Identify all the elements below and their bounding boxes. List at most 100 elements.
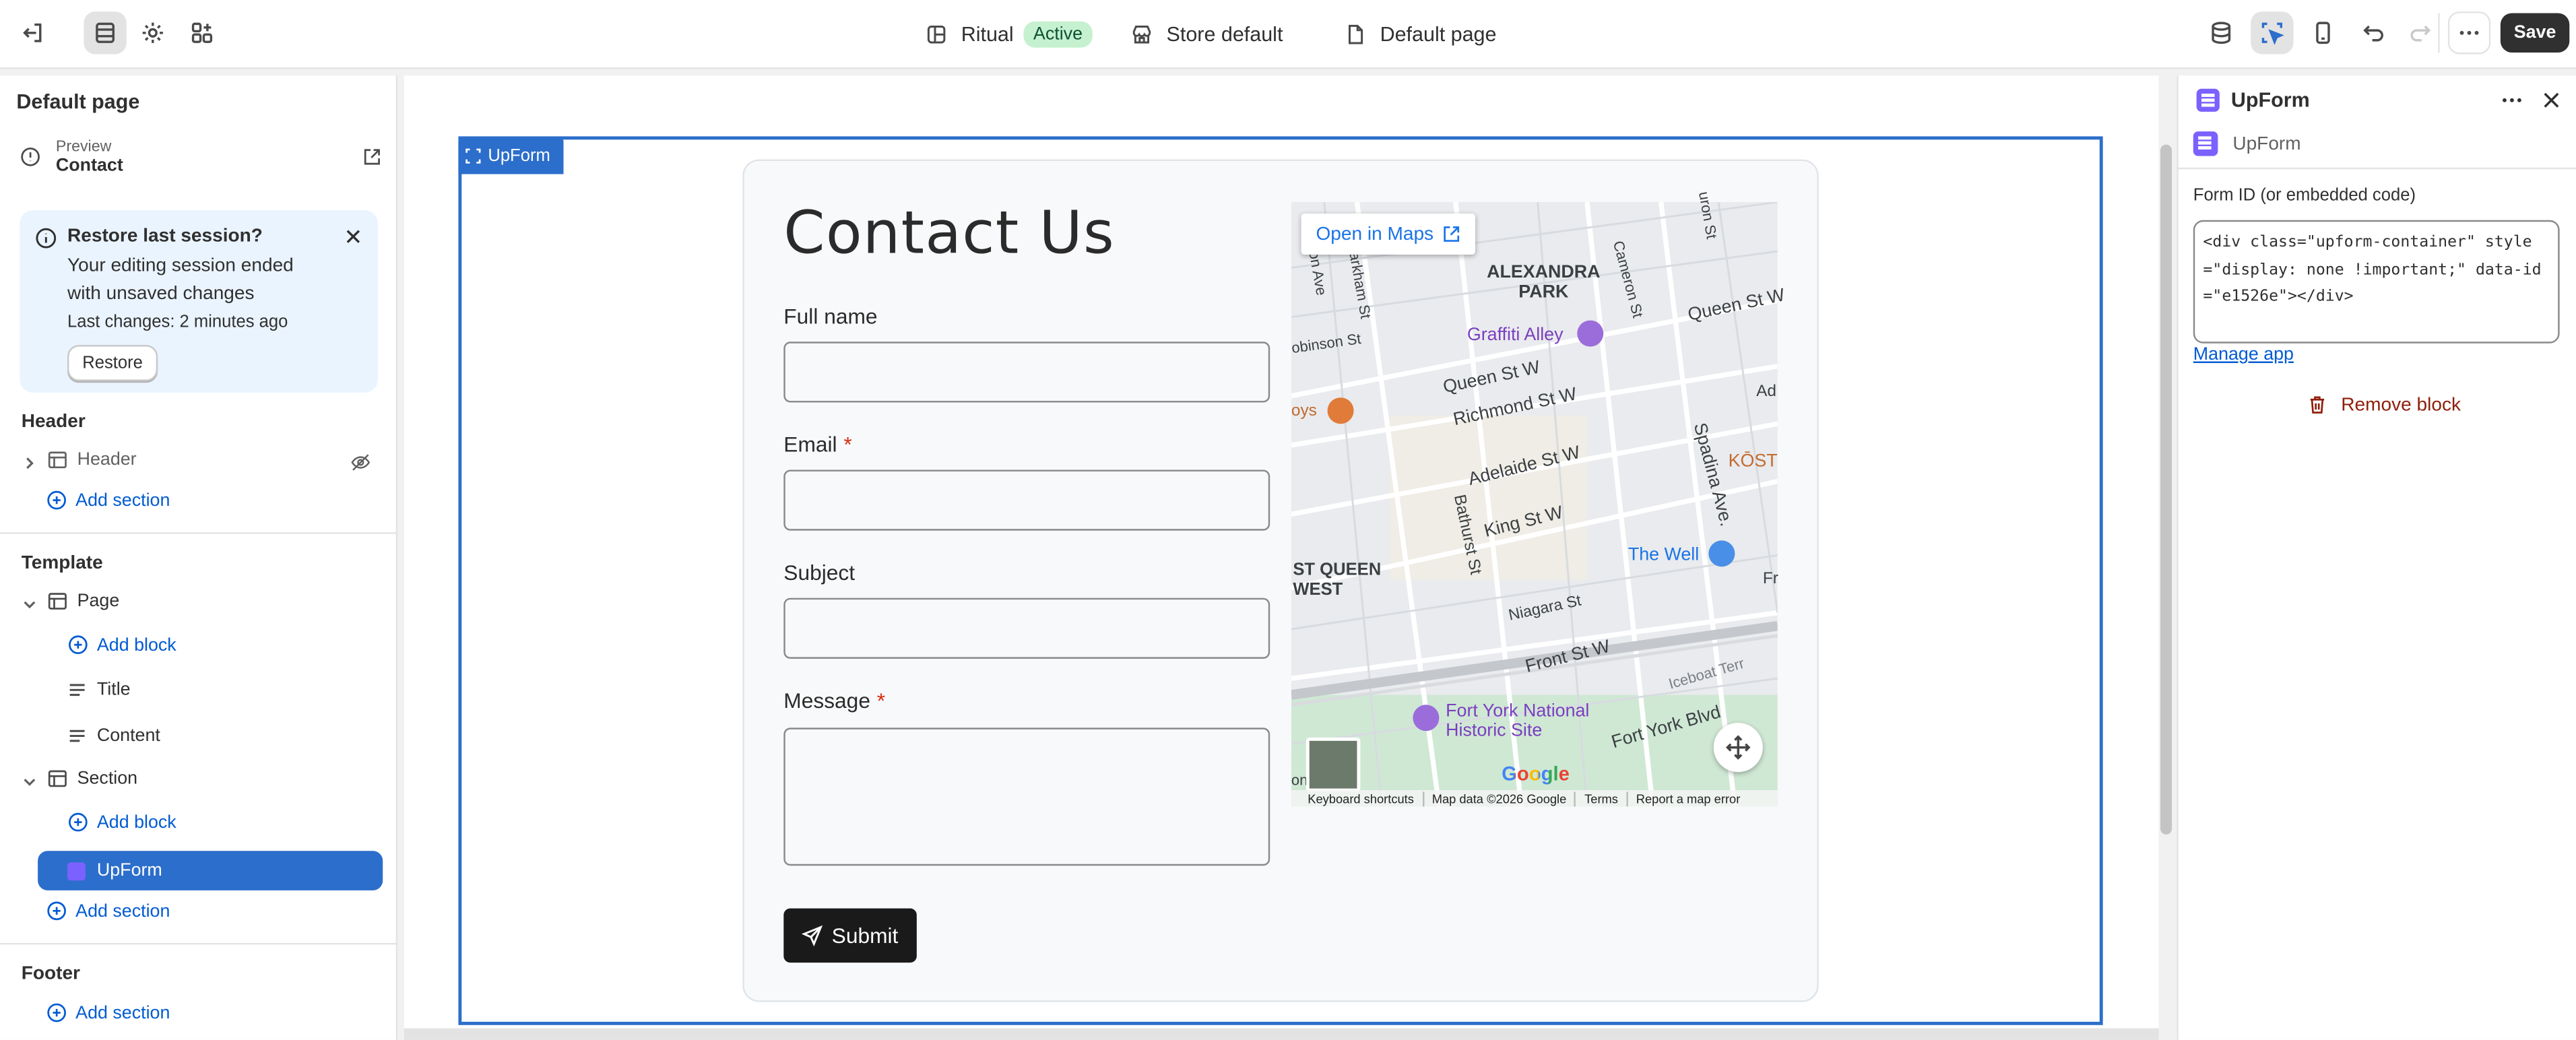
sidebar-item-upform[interactable]: UpForm	[38, 851, 383, 890]
restore-banner: Restore last session? Your editing sessi…	[20, 210, 378, 393]
map-label: ALEXANDRA PARK	[1487, 263, 1601, 302]
form-id-textarea[interactable]: <div class="upform-container" style="dis…	[2193, 220, 2560, 344]
redo-icon[interactable]	[2399, 11, 2441, 54]
section-icon	[48, 770, 67, 787]
section-icon	[48, 593, 67, 610]
save-button[interactable]: Save	[2500, 13, 2570, 53]
select-icon	[465, 148, 481, 164]
add-section-button[interactable]: Add section	[46, 900, 170, 921]
panel-title-text: UpForm	[2230, 88, 2310, 112]
sidebar-item-label: Section	[77, 769, 138, 789]
message-field[interactable]	[783, 727, 1270, 866]
google-logo: Google	[1502, 762, 1570, 785]
open-in-maps-button[interactable]: Open in Maps	[1301, 214, 1475, 255]
fullscreen-button[interactable]	[1713, 723, 1763, 773]
required-mark: *	[876, 688, 886, 713]
selected-block-tag[interactable]: UpForm	[458, 137, 564, 174]
add-section-label: Add section	[75, 490, 170, 511]
sidebar-item-content[interactable]: Content	[67, 726, 160, 746]
map-label: Ad	[1756, 383, 1776, 401]
add-block-button[interactable]: Add block	[67, 634, 176, 655]
exit-icon[interactable]	[11, 11, 54, 54]
plus-circle-icon	[47, 490, 66, 510]
status-badge: Active	[1023, 21, 1093, 48]
satellite-toggle[interactable]	[1306, 738, 1361, 792]
terms-link[interactable]: Terms	[1574, 791, 1627, 806]
close-icon[interactable]	[342, 225, 364, 248]
toolbar-divider	[2438, 13, 2440, 53]
subject-field[interactable]	[783, 597, 1270, 659]
add-section-button[interactable]: Add section	[46, 490, 170, 511]
preview-page: Contact	[55, 156, 123, 176]
form-id-label: Form ID (or embedded code)	[2193, 185, 2416, 205]
sidebar-item-title[interactable]: Title	[67, 680, 131, 700]
chevron-down-icon[interactable]	[22, 774, 38, 790]
add-block-label: Add block	[96, 812, 176, 833]
expand-icon	[1725, 735, 1751, 760]
add-block-button[interactable]: Add block	[67, 812, 176, 833]
map-label: The Well	[1628, 545, 1700, 565]
email-field[interactable]	[783, 469, 1270, 531]
preview-selector[interactable]: Preview Contact	[20, 136, 384, 178]
restore-last-changes: Last changes: 2 minutes ago	[67, 312, 288, 332]
add-block-label: Add block	[96, 635, 176, 655]
apps-icon[interactable]	[181, 11, 223, 54]
plus-circle-icon	[69, 812, 88, 832]
app-name: UpForm	[2232, 133, 2301, 154]
undo-icon[interactable]	[2352, 11, 2395, 54]
close-icon[interactable]	[2538, 87, 2565, 113]
sidebar-item-page[interactable]: Page	[48, 591, 119, 611]
selected-tag-label: UpForm	[488, 146, 550, 166]
form-title: Contact Us	[783, 200, 1116, 268]
more-icon[interactable]	[2447, 11, 2491, 55]
sections-icon[interactable]	[84, 11, 127, 55]
app-name-row: UpForm	[2193, 131, 2301, 156]
keyboard-shortcuts-link[interactable]: Keyboard shortcuts	[1291, 791, 1422, 806]
chevron-right-icon[interactable]	[22, 455, 38, 472]
upform-icon	[67, 862, 86, 880]
panel-title: UpForm	[2196, 88, 2310, 112]
required-mark: *	[843, 432, 852, 457]
page-selector[interactable]: Default page	[1344, 0, 1496, 69]
canvas-scrollbar-thumb[interactable]	[2160, 144, 2172, 835]
external-link-icon[interactable]	[362, 146, 383, 168]
inspector-icon[interactable]	[2251, 11, 2294, 55]
divider	[0, 942, 398, 945]
map-label: Fort York National Historic Site	[1446, 701, 1590, 741]
footer-group-title: Footer	[21, 964, 80, 984]
section-icon	[48, 451, 67, 469]
canvas-horizontal-scrollbar[interactable]	[404, 1028, 2159, 1040]
map-label: Graffiti Alley	[1467, 325, 1564, 346]
theme-selector[interactable]: Ritual Active	[925, 0, 1093, 69]
manage-app-link[interactable]: Manage app	[2193, 345, 2294, 364]
report-error-link[interactable]: Report a map error	[1626, 791, 1748, 806]
plus-circle-icon	[69, 635, 88, 655]
full-name-label: Full name	[783, 304, 878, 329]
database-icon[interactable]	[2200, 11, 2243, 54]
divider	[0, 532, 398, 534]
add-section-label: Add section	[75, 901, 170, 921]
full-name-field[interactable]	[783, 342, 1270, 403]
chevron-down-icon[interactable]	[22, 596, 38, 612]
remove-block-button[interactable]: Remove block	[2307, 394, 2461, 416]
sidebar-item-label: Content	[96, 725, 160, 746]
more-icon[interactable]	[2499, 87, 2525, 113]
mobile-icon[interactable]	[2302, 11, 2344, 54]
text-block-icon	[69, 729, 85, 742]
template-group-title: Template	[21, 553, 103, 574]
settings-icon[interactable]	[131, 11, 174, 54]
restore-message: Your editing session ended with unsaved …	[67, 256, 294, 303]
sidebar-item-label: Title	[96, 680, 131, 700]
eye-off-icon[interactable]	[350, 452, 371, 474]
sidebar-item-header[interactable]: Header	[48, 450, 137, 469]
sidebar-item-section[interactable]: Section	[48, 769, 138, 789]
text-block-icon	[69, 684, 85, 696]
submit-button[interactable]: Submit	[783, 908, 917, 963]
external-link-icon	[1443, 226, 1459, 242]
sidebar-title: Default page	[16, 90, 140, 114]
add-section-button[interactable]: Add section	[46, 1002, 170, 1024]
restore-button[interactable]: Restore	[67, 345, 158, 381]
store-selector[interactable]: Store default	[1130, 0, 1283, 69]
subject-label: Subject	[783, 560, 856, 585]
message-label: Message *	[783, 688, 886, 713]
